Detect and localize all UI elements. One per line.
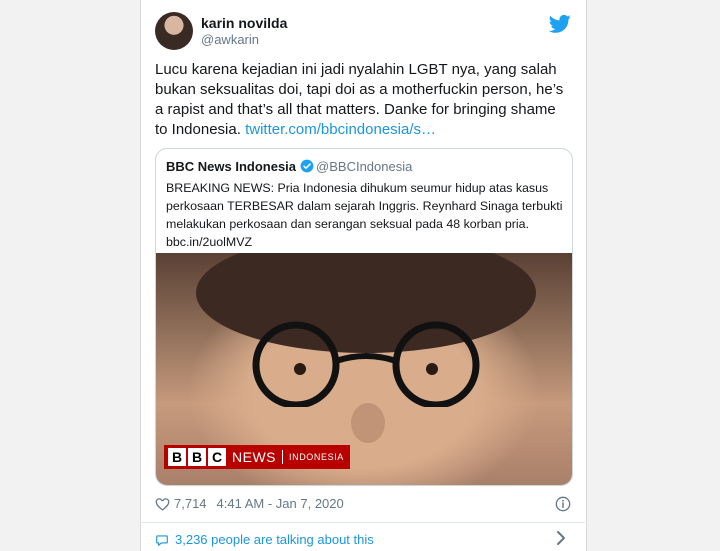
verified-badge-icon (300, 159, 314, 173)
tweet-meta: 7,714 4:41 AM - Jan 7, 2020 (155, 496, 344, 511)
like-count[interactable]: 7,714 (174, 496, 207, 511)
conversation-count-text[interactable]: 3,236 people are talking about this (175, 532, 374, 547)
bbc-block-3: C (208, 448, 226, 466)
bbc-news-wordmark: NEWS (232, 449, 276, 465)
tweet-card[interactable]: karin novilda @awkarin Lucu karena kejad… (141, 0, 585, 551)
tweet-timestamp[interactable]: 4:41 AM - Jan 7, 2020 (217, 496, 344, 511)
quoted-tweet[interactable]: BBC News Indonesia @BBCIndonesia BREAKING… (155, 148, 573, 486)
bbc-block-2: B (188, 448, 206, 466)
author-handle[interactable]: @awkarin (201, 32, 259, 47)
bbc-block-1: B (168, 448, 186, 466)
bbc-region-label: INDONESIA (289, 452, 344, 462)
chevron-right-icon[interactable] (555, 530, 567, 546)
quoted-header: BBC News Indonesia @BBCIndonesia (166, 159, 412, 174)
conversation-link[interactable]: 3,236 people are talking about this (155, 532, 374, 547)
divider (141, 522, 585, 523)
bbc-blocks: B B C (168, 448, 226, 466)
news-photo[interactable]: B B C NEWS INDONESIA (156, 253, 572, 485)
comment-bubble-icon (156, 534, 168, 546)
tweet-text: Lucu karena kejadian ini jadi nyalahin L… (155, 60, 571, 140)
nose-shape (351, 403, 385, 443)
avatar[interactable] (155, 12, 193, 50)
bbc-news-logo: B B C NEWS INDONESIA (164, 445, 350, 469)
page-background-right (586, 0, 720, 551)
quoted-author-handle[interactable]: @BBCIndonesia (316, 159, 412, 174)
info-icon[interactable] (555, 496, 571, 512)
heart-icon[interactable] (155, 497, 170, 511)
glasses-shape (252, 321, 480, 407)
author-name[interactable]: karin novilda (201, 15, 287, 31)
quoted-author-name[interactable]: BBC News Indonesia (166, 159, 296, 174)
bbc-separator (282, 450, 283, 464)
tweet-link[interactable]: twitter.com/bbcindonesia/s… (245, 121, 436, 138)
quoted-text: BREAKING NEWS: Pria Indonesia dihukum se… (166, 181, 563, 249)
twitter-bird-icon[interactable] (549, 14, 571, 34)
page-background-left (0, 0, 141, 551)
